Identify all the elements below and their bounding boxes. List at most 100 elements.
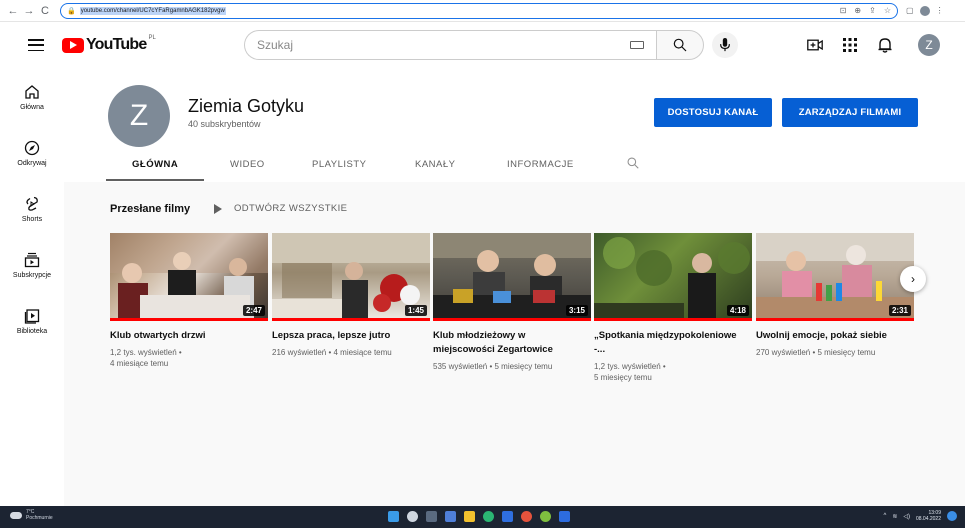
create-video-icon[interactable] <box>806 36 824 54</box>
share-icon[interactable]: ⇪ <box>869 6 876 15</box>
video-duration: 2:31 <box>888 305 911 316</box>
sidebar-item-home[interactable]: Główna <box>0 84 64 111</box>
play-all-button[interactable]: ODTWÓRZ WSZYSTKIE <box>214 203 347 214</box>
wifi-icon[interactable]: ≋ <box>892 513 897 520</box>
tab-channels[interactable]: KANAŁY <box>415 159 456 170</box>
forward-icon[interactable]: → <box>22 5 36 17</box>
sidebar-item-explore[interactable]: Odkrywaj <box>0 140 64 167</box>
channel-name: Ziemia Gotyku <box>188 96 305 116</box>
video-title[interactable]: Klub otwartych drzwi <box>110 329 260 343</box>
install-icon[interactable]: ⊡ <box>840 6 847 15</box>
chrome-icon[interactable] <box>521 511 532 522</box>
chevron-up-icon[interactable]: ^ <box>883 513 886 519</box>
compass-icon <box>24 140 40 156</box>
menu-icon[interactable] <box>28 39 44 51</box>
video-thumbnail[interactable]: 2:31 <box>756 233 914 321</box>
video-thumbnail[interactable]: 1:45 <box>272 233 430 321</box>
volume-icon[interactable]: ◁) <box>903 513 910 520</box>
profile-icon[interactable] <box>919 5 930 16</box>
library-icon <box>24 309 40 324</box>
tab-about[interactable]: INFORMACJE <box>507 159 574 170</box>
carousel-next-button[interactable]: › <box>900 266 926 292</box>
apps-grid-icon[interactable] <box>841 36 859 54</box>
watched-progress-bar <box>594 318 752 321</box>
back-icon[interactable]: ← <box>6 5 20 17</box>
sidebar-item-library[interactable]: Biblioteka <box>0 308 64 335</box>
word-icon[interactable] <box>559 511 570 522</box>
sidebar-item-label: Biblioteka <box>16 328 48 335</box>
voice-search-button[interactable] <box>712 32 738 58</box>
tab-home[interactable]: GŁÓWNA <box>132 159 178 170</box>
store-icon[interactable] <box>502 511 513 522</box>
task-view-icon[interactable] <box>426 511 437 522</box>
section-title[interactable]: Przesłane filmy <box>110 203 190 215</box>
watched-progress-bar <box>433 318 591 321</box>
chrome-alt-icon[interactable] <box>540 511 551 522</box>
video-views: 270 wyświetleń • 5 miesięcy temu <box>756 348 876 357</box>
search-icon[interactable] <box>407 511 418 522</box>
video-views: 1,2 tys. wyświetleń • <box>110 348 182 357</box>
channel-page: Z Ziemia Gotyku 40 subskrybentów DOSTOSU… <box>64 70 965 506</box>
search-button[interactable] <box>656 30 704 60</box>
video-card[interactable]: 1:45 Lepsza praca, lepsze jutro 216 wyśw… <box>272 233 430 358</box>
address-bar[interactable]: 🔒 youtube.com/channel/UC7cYFaRgamnbAGK18… <box>60 2 898 19</box>
chat-icon[interactable] <box>445 511 456 522</box>
subscriptions-icon <box>24 252 40 268</box>
sidepanel-icon[interactable]: ▢ <box>906 6 914 15</box>
video-title[interactable]: Lepsza praca, lepsze jutro <box>272 329 422 343</box>
os-taskbar: 7°C Pochmurnie ^ ≋ ◁) 13:09 08.04.2022 <box>0 506 965 528</box>
video-duration: 2:47 <box>242 305 265 316</box>
video-title[interactable]: Klub młodzieżowy w miejscowości Zegartow… <box>433 329 583 357</box>
taskbar-apps <box>388 511 570 522</box>
video-card[interactable]: 2:31 Uwolnij emocje, pokaż siebie 270 wy… <box>756 233 914 358</box>
youtube-logo[interactable]: YouTube PL <box>62 35 156 54</box>
browser-toolbar: ← → C 🔒 youtube.com/channel/UC7cYFaRgamn… <box>0 0 965 22</box>
tab-playlists[interactable]: PLAYLISTY <box>312 159 367 170</box>
subscriber-count: 40 subskrybentów <box>188 119 261 129</box>
weather-widget[interactable]: 7°C Pochmurnie <box>10 509 53 521</box>
watched-progress-bar <box>110 318 268 321</box>
zoom-icon[interactable]: ⊕ <box>854 6 861 15</box>
start-icon[interactable] <box>388 511 399 522</box>
tab-videos[interactable]: WIDEO <box>230 159 265 170</box>
chevron-right-icon: › <box>911 272 915 286</box>
video-views: 535 wyświetleń • 5 miesięcy temu <box>433 362 553 371</box>
video-card[interactable]: 3:15 Klub młodzieżowy w miejscowości Zeg… <box>433 233 591 372</box>
url-text: youtube.com/channel/UC7cYFaRgamnbAGK182p… <box>79 6 226 15</box>
bookmark-star-icon[interactable]: ☆ <box>884 6 891 15</box>
search-bar: Szukaj <box>244 30 704 60</box>
notification-icon[interactable] <box>947 511 957 521</box>
lock-icon[interactable]: 🔒 <box>67 7 76 15</box>
video-title[interactable]: Uwolnij emocje, pokaż siebie <box>756 329 906 343</box>
video-thumbnail[interactable]: 2:47 <box>110 233 268 321</box>
video-card[interactable]: 4:18 „Spotkania międzypokoleniowe -... 1… <box>594 233 752 383</box>
video-thumbnail[interactable]: 4:18 <box>594 233 752 321</box>
sidebar-item-label: Główna <box>20 104 44 111</box>
account-avatar[interactable]: Z <box>918 34 940 56</box>
file-explorer-icon[interactable] <box>464 511 475 522</box>
watched-progress-bar <box>756 318 914 321</box>
manage-videos-button[interactable]: ZARZĄDZAJ FILMAMI <box>782 98 918 127</box>
edge-icon[interactable] <box>483 511 494 522</box>
video-title[interactable]: „Spotkania międzypokoleniowe -... <box>594 329 744 357</box>
customize-channel-button[interactable]: DOSTOSUJ KANAŁ <box>654 98 772 127</box>
keyboard-icon[interactable] <box>630 41 644 49</box>
browser-menu-icon[interactable]: ⋮ <box>936 6 944 15</box>
sidebar-item-shorts[interactable]: Shorts <box>0 196 64 223</box>
video-duration: 4:18 <box>726 305 749 316</box>
video-card[interactable]: 2:47 Klub otwartych drzwi 1,2 tys. wyświ… <box>110 233 268 369</box>
watched-progress-bar <box>272 318 430 321</box>
clock-date: 08.04.2022 <box>915 516 941 522</box>
sidebar-item-subscriptions[interactable]: Subskrypcje <box>0 252 64 279</box>
search-input[interactable]: Szukaj <box>244 30 656 60</box>
notifications-bell-icon[interactable] <box>876 36 894 54</box>
guide-sidebar: Główna Odkrywaj Shorts Subskrypcje Bibli… <box>0 70 64 506</box>
video-meta: 535 wyświetleń • 5 miesięcy temu <box>433 361 583 372</box>
video-meta: 1,2 tys. wyświetleń • 4 miesiące temu <box>110 347 260 369</box>
channel-avatar[interactable]: Z <box>108 85 170 147</box>
channel-search-icon[interactable] <box>626 156 640 175</box>
shorts-icon <box>26 196 38 211</box>
clock[interactable]: 13:09 08.04.2022 <box>916 510 941 522</box>
video-thumbnail[interactable]: 3:15 <box>433 233 591 321</box>
reload-icon[interactable]: C <box>38 5 52 17</box>
